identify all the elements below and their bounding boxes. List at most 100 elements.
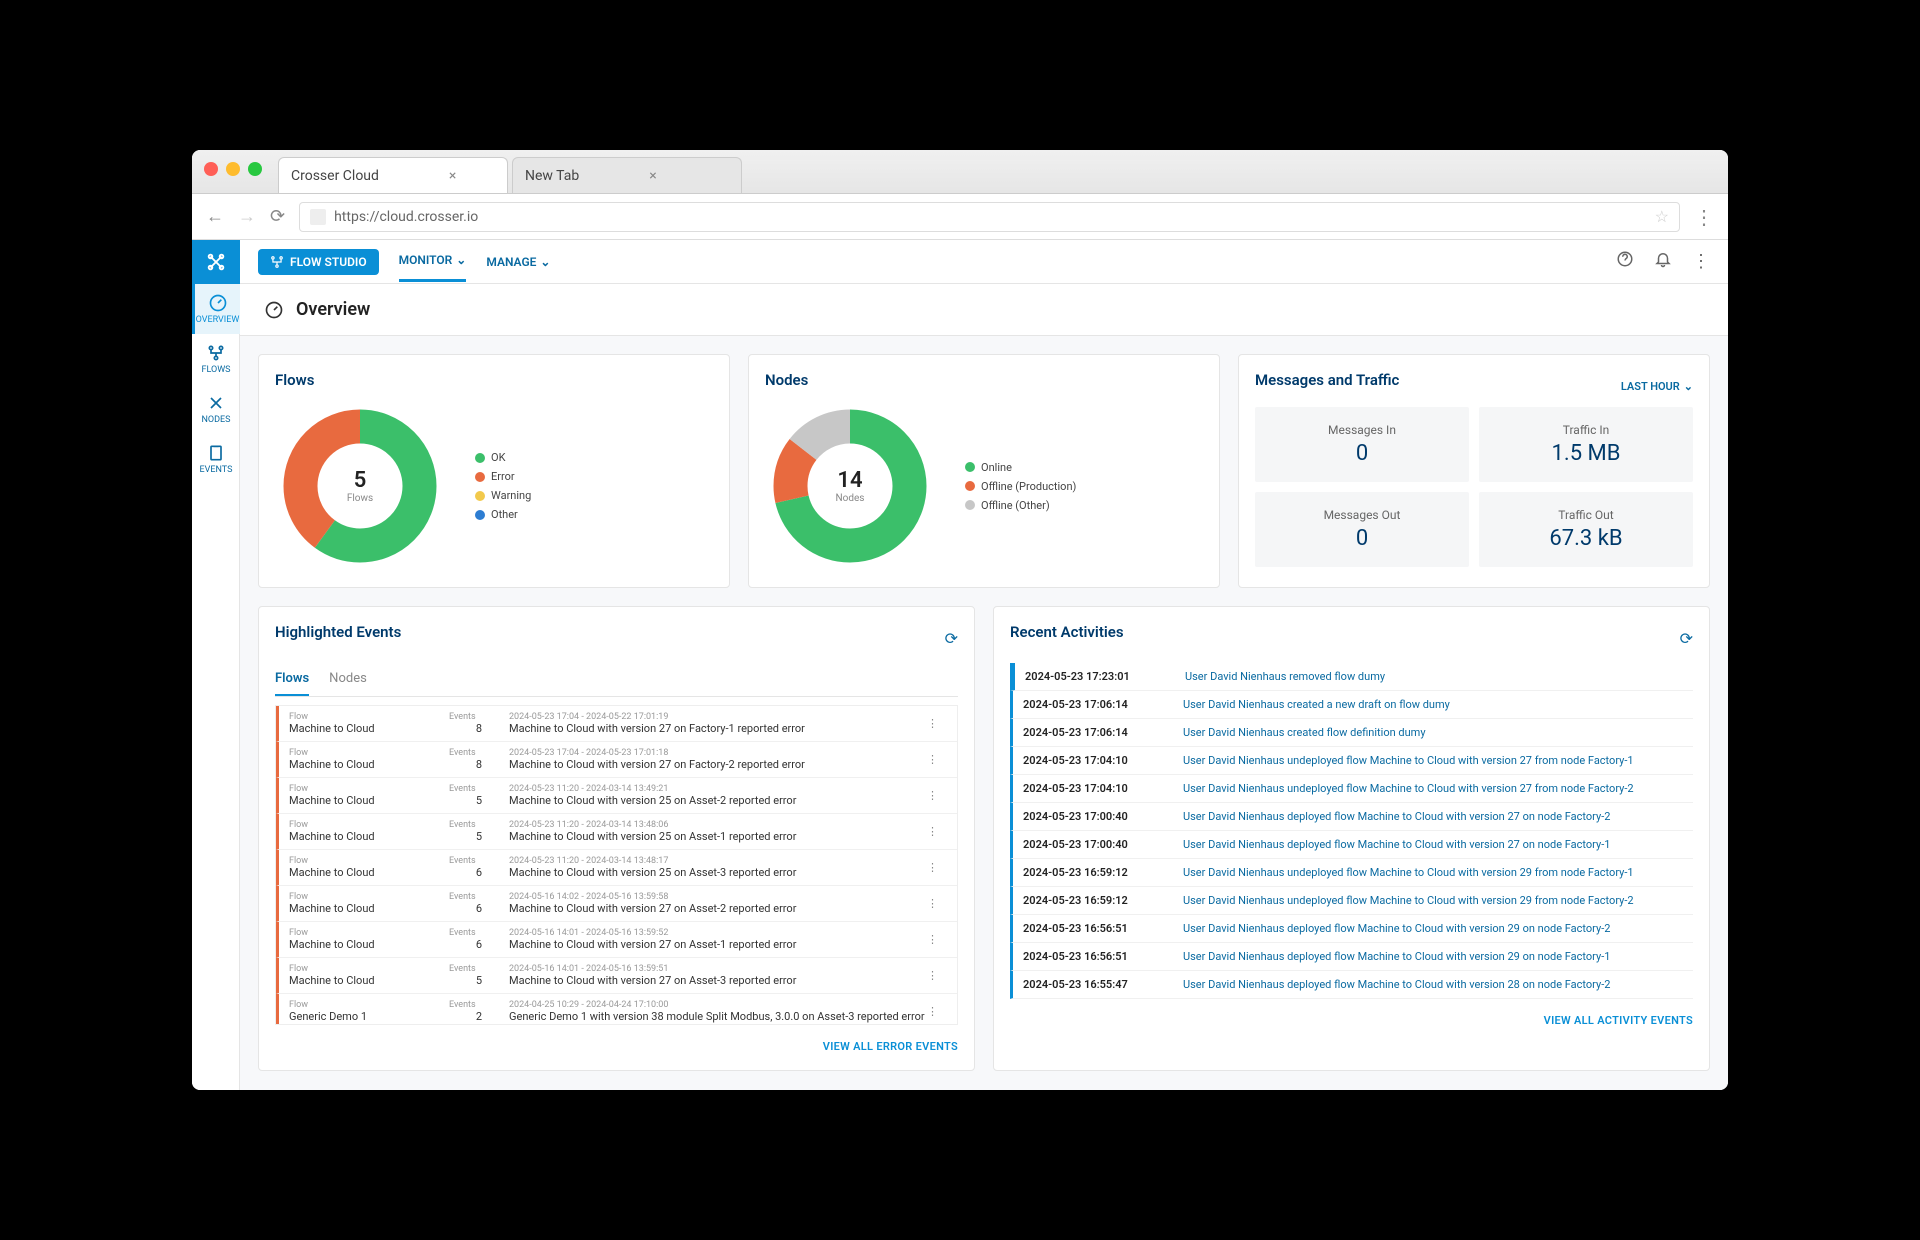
tab-nodes[interactable]: Nodes (329, 663, 367, 696)
activity-row[interactable]: 2024-05-23 17:23:01User David Nienhaus r… (1010, 663, 1693, 691)
more-icon[interactable]: ⋮ (1692, 251, 1710, 272)
reload-icon[interactable]: ⟳ (270, 206, 285, 227)
event-description: Machine to Cloud with version 27 on Asse… (509, 974, 927, 987)
event-row[interactable]: FlowMachine to Cloud Events5 2024-05-23 … (276, 814, 957, 850)
view-all-activities-link[interactable]: VIEW ALL ACTIVITY EVENTS (1544, 1014, 1693, 1027)
url-bar[interactable]: https://cloud.crosser.io ☆ (299, 202, 1680, 232)
activity-row[interactable]: 2024-05-23 16:59:12User David Nienhaus u… (1010, 887, 1693, 915)
sidebar-item-nodes[interactable]: NODES (192, 384, 240, 434)
sidebar-item-overview[interactable]: OVERVIEW (192, 284, 240, 334)
event-row[interactable]: FlowMachine to Cloud Events8 2024-05-23 … (276, 742, 957, 778)
maximize-window-icon[interactable] (248, 162, 262, 176)
sidebar-label: NODES (202, 415, 231, 425)
event-menu-icon[interactable]: ⋮ (927, 933, 947, 946)
legend-dot (965, 500, 975, 510)
metric-box: Messages In0 (1255, 407, 1469, 482)
browser-menu-icon[interactable]: ⋮ (1694, 205, 1714, 229)
metric-value: 1.5 MB (1495, 441, 1677, 466)
activity-time: 2024-05-23 17:00:40 (1023, 838, 1163, 851)
event-menu-icon[interactable]: ⋮ (927, 897, 947, 910)
topbar-manage[interactable]: MANAGE ⌄ (486, 243, 550, 281)
event-menu-icon[interactable]: ⋮ (927, 1005, 947, 1018)
event-menu-icon[interactable]: ⋮ (927, 717, 947, 730)
col-flow-label: Flow (289, 820, 449, 830)
activity-row[interactable]: 2024-05-23 16:59:12User David Nienhaus u… (1010, 859, 1693, 887)
app-logo[interactable] (192, 240, 240, 284)
bookmark-icon[interactable]: ☆ (1655, 207, 1669, 226)
event-menu-icon[interactable]: ⋮ (927, 861, 947, 874)
activity-row[interactable]: 2024-05-23 17:06:14User David Nienhaus c… (1010, 719, 1693, 747)
metric-value: 0 (1271, 526, 1453, 551)
bell-icon[interactable] (1654, 250, 1672, 273)
event-row[interactable]: FlowMachine to Cloud Events6 2024-05-16 … (276, 922, 957, 958)
col-events-label: Events (449, 928, 509, 938)
activity-row[interactable]: 2024-05-23 17:04:10User David Nienhaus u… (1010, 775, 1693, 803)
browser-tab-inactive[interactable]: New Tab × (512, 157, 742, 193)
event-row[interactable]: FlowMachine to Cloud Events8 2024-05-23 … (276, 706, 957, 742)
activity-row[interactable]: 2024-05-23 16:55:47User David Nienhaus d… (1010, 971, 1693, 999)
metric-box: Traffic In 1.5 MB (1479, 407, 1693, 482)
events-list[interactable]: FlowMachine to Cloud Events8 2024-05-23 … (275, 705, 958, 1025)
col-flow-label: Flow (289, 928, 449, 938)
close-tab-icon[interactable]: × (449, 168, 456, 184)
event-row[interactable]: FlowMachine to Cloud Events6 2024-05-23 … (276, 850, 957, 886)
back-icon[interactable]: ← (206, 206, 224, 227)
minimize-window-icon[interactable] (226, 162, 240, 176)
tab-title: New Tab (525, 168, 579, 184)
legend-dot (475, 510, 485, 520)
activity-row[interactable]: 2024-05-23 16:56:51User David Nienhaus d… (1010, 915, 1693, 943)
activity-text: User David Nienhaus removed flow dumy (1185, 670, 1385, 683)
activity-row[interactable]: 2024-05-23 17:00:40 User David Nienhaus d… (1010, 831, 1693, 859)
sidebar-item-events[interactable]: EVENTS (192, 434, 240, 484)
browser-toolbar: ← → ⟳ https://cloud.crosser.io ☆ ⋮ (192, 194, 1728, 240)
refresh-icon[interactable]: ⟳ (945, 629, 958, 648)
nodes-donut-chart: 14 Nodes (765, 401, 935, 571)
event-row[interactable]: FlowMachine to Cloud Events5 2024-05-16 … (276, 958, 957, 994)
event-range: 2024-05-16 14:02 - 2024-05-16 13:59:58 (509, 892, 927, 902)
event-flow-name: Machine to Cloud (289, 902, 449, 915)
event-count: 8 (449, 722, 509, 735)
activity-time: 2024-05-23 17:06:14 (1023, 726, 1163, 739)
activities-list[interactable]: 2024-05-23 17:23:01User David Nienhaus r… (1010, 663, 1693, 999)
event-row[interactable]: FlowGeneric Demo 1 Events2 2024-04-25 10… (276, 994, 957, 1025)
card-title: Flows (275, 371, 713, 389)
browser-tab-active[interactable]: Crosser Cloud × (278, 157, 508, 193)
legend-item: Error (475, 470, 531, 483)
app-root: OVERVIEW FLOWS NODES EVENTS FLOW STUDIO (192, 240, 1728, 1090)
event-row[interactable]: FlowMachine to Cloud Events5 2024-05-23 … (276, 778, 957, 814)
flow-studio-label: FLOW STUDIO (290, 255, 367, 269)
close-window-icon[interactable] (204, 162, 218, 176)
activity-text: User David Nienhaus deployed flow Machin… (1183, 838, 1610, 851)
view-all-errors-link[interactable]: VIEW ALL ERROR EVENTS (823, 1040, 958, 1053)
time-range-selector[interactable]: LAST HOUR ⌄ (1621, 380, 1693, 393)
metric-label: Traffic In (1495, 423, 1677, 437)
event-menu-icon[interactable]: ⋮ (927, 825, 947, 838)
legend-dot (475, 472, 485, 482)
activity-row[interactable]: 2024-05-23 17:04:10User David Nienhaus u… (1010, 747, 1693, 775)
col-flow-label: Flow (289, 856, 449, 866)
event-description: Generic Demo 1 with version 38 module Sp… (509, 1010, 927, 1023)
legend-item: Offline (Other) (965, 499, 1076, 512)
event-menu-icon[interactable]: ⋮ (927, 789, 947, 802)
flow-studio-button[interactable]: FLOW STUDIO (258, 249, 379, 275)
close-tab-icon[interactable]: × (649, 168, 656, 184)
activity-row[interactable]: 2024-05-23 17:00:40User David Nienhaus d… (1010, 803, 1693, 831)
activity-row[interactable]: 2024-05-23 16:56:51User David Nienhaus d… (1010, 943, 1693, 971)
chevron-down-icon: ⌄ (1684, 380, 1693, 393)
event-menu-icon[interactable]: ⋮ (927, 969, 947, 982)
gauge-icon (208, 293, 228, 313)
forward-icon[interactable]: → (238, 206, 256, 227)
refresh-icon[interactable]: ⟳ (1680, 629, 1693, 648)
col-flow-label: Flow (289, 964, 449, 974)
help-icon[interactable] (1616, 250, 1634, 273)
tab-flows[interactable]: Flows (275, 663, 309, 696)
event-description: Machine to Cloud with version 27 on Asse… (509, 902, 927, 915)
topbar: FLOW STUDIO MONITOR ⌄ MANAGE ⌄ ⋮ (240, 240, 1728, 284)
activity-row[interactable]: 2024-05-23 17:06:14User David Nienhaus c… (1010, 691, 1693, 719)
activity-text: User David Nienhaus created a new draft … (1183, 698, 1450, 711)
sidebar-item-flows[interactable]: FLOWS (192, 334, 240, 384)
event-row[interactable]: FlowMachine to Cloud Events6 2024-05-16 … (276, 886, 957, 922)
event-menu-icon[interactable]: ⋮ (927, 753, 947, 766)
activity-text: User David Nienhaus deployed flow Machin… (1183, 922, 1610, 935)
topbar-monitor[interactable]: MONITOR ⌄ (399, 241, 467, 282)
